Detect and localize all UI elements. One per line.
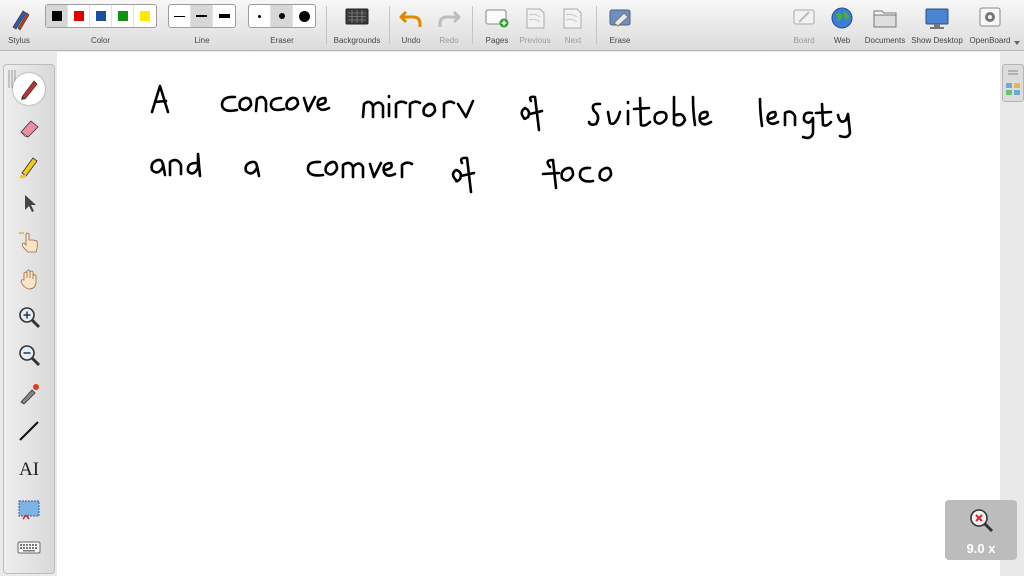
whiteboard-canvas[interactable] [57,52,1000,576]
previous-page-button[interactable]: Previous [518,4,552,45]
eraser-group: Eraser [248,4,316,45]
pages-label: Pages [485,36,509,45]
redo-icon [438,10,461,27]
tools-sidebar: AI [3,64,55,574]
backgrounds-icon [345,8,369,25]
zoom-in-icon [19,307,41,329]
erase-button[interactable]: Erase [605,4,635,45]
toolbar-divider [389,6,390,44]
openboard-menu-button[interactable]: OpenBoard [968,4,1012,45]
erase-label: Erase [609,36,631,45]
board-label: Board [793,36,815,45]
toolbar-divider [596,6,597,44]
undo-button[interactable]: Undo [396,4,426,45]
pen-icon [21,80,38,100]
laser-pointer-icon [20,384,39,405]
panel-grip-icon [1008,70,1018,75]
eraser-label: Eraser [270,36,294,45]
documents-button[interactable]: Documents [864,4,906,45]
handwriting-ink [150,84,852,194]
undo-label: Undo [401,36,421,45]
interact-tool[interactable] [13,225,45,257]
next-page-icon [563,8,582,29]
show-desktop-button[interactable]: Show Desktop [910,4,964,45]
interact-icon [19,232,38,253]
capture-tool[interactable] [13,493,45,525]
next-label: Next [564,36,582,45]
globe-icon [831,7,853,29]
thumbnails-icon [1006,83,1020,95]
openboard-label: OpenBoard [969,36,1011,45]
zoom-indicator[interactable]: 9.0 x [945,500,1017,560]
line-icon [19,421,39,441]
backgrounds-button[interactable]: Backgrounds [331,4,383,45]
hand-tool[interactable] [13,263,45,295]
zoom-reset-icon [970,509,994,533]
stylus-button[interactable]: Stylus [4,4,34,45]
pen-tool[interactable] [13,73,45,105]
undo-icon [399,10,422,27]
redo-button[interactable]: Redo [434,4,464,45]
chevron-down-icon[interactable] [1013,40,1021,46]
previous-page-icon [526,8,545,29]
add-page-icon [485,9,509,28]
stylus-icon [12,10,30,31]
next-page-button[interactable]: Next [558,4,588,45]
erase-board-icon [609,9,631,27]
toolbar-divider [326,6,327,44]
laser-pointer-tool[interactable] [13,377,45,409]
color-label: Color [90,36,111,45]
eraser-icon [20,120,39,138]
keyboard-icon [17,541,41,554]
gear-icon [979,7,1001,27]
selector-tool[interactable] [13,187,45,219]
marker-tool[interactable] [13,150,45,182]
main-toolbar: Stylus Color Line Eraser Backgrounds Und… [0,0,1024,51]
pages-button[interactable]: Pages [481,4,513,45]
documents-label: Documents [864,36,906,45]
zoom-in-tool[interactable] [13,301,45,333]
web-button[interactable]: Web [828,4,856,45]
stylus-label: Stylus [8,36,30,45]
backgrounds-label: Backgrounds [333,36,381,45]
text-tool[interactable]: AI [13,454,45,486]
line-group: Line [168,4,236,45]
toolbar-divider [472,6,473,44]
zoom-out-tool[interactable] [13,339,45,371]
keyboard-tool[interactable] [13,531,45,563]
hand-icon [20,269,37,290]
board-button[interactable]: Board [790,4,818,45]
eraser-tool[interactable] [13,112,45,144]
show-desktop-label: Show Desktop [911,36,963,45]
selector-icon [25,195,36,212]
folder-icon [873,10,897,28]
pages-panel-tab[interactable] [1002,64,1024,102]
zoom-level: 9.0 x [966,541,996,556]
board-icon [793,9,815,25]
zoom-out-icon [19,345,41,367]
capture-icon [18,500,40,520]
previous-label: Previous [519,36,551,45]
color-group: Color [45,4,156,45]
marker-icon [19,157,38,179]
line-tool[interactable] [13,415,45,447]
line-label: Line [194,36,210,45]
redo-label: Redo [439,36,459,45]
web-label: Web [833,36,851,45]
text-icon: AI [18,459,40,480]
desktop-icon [925,8,949,29]
